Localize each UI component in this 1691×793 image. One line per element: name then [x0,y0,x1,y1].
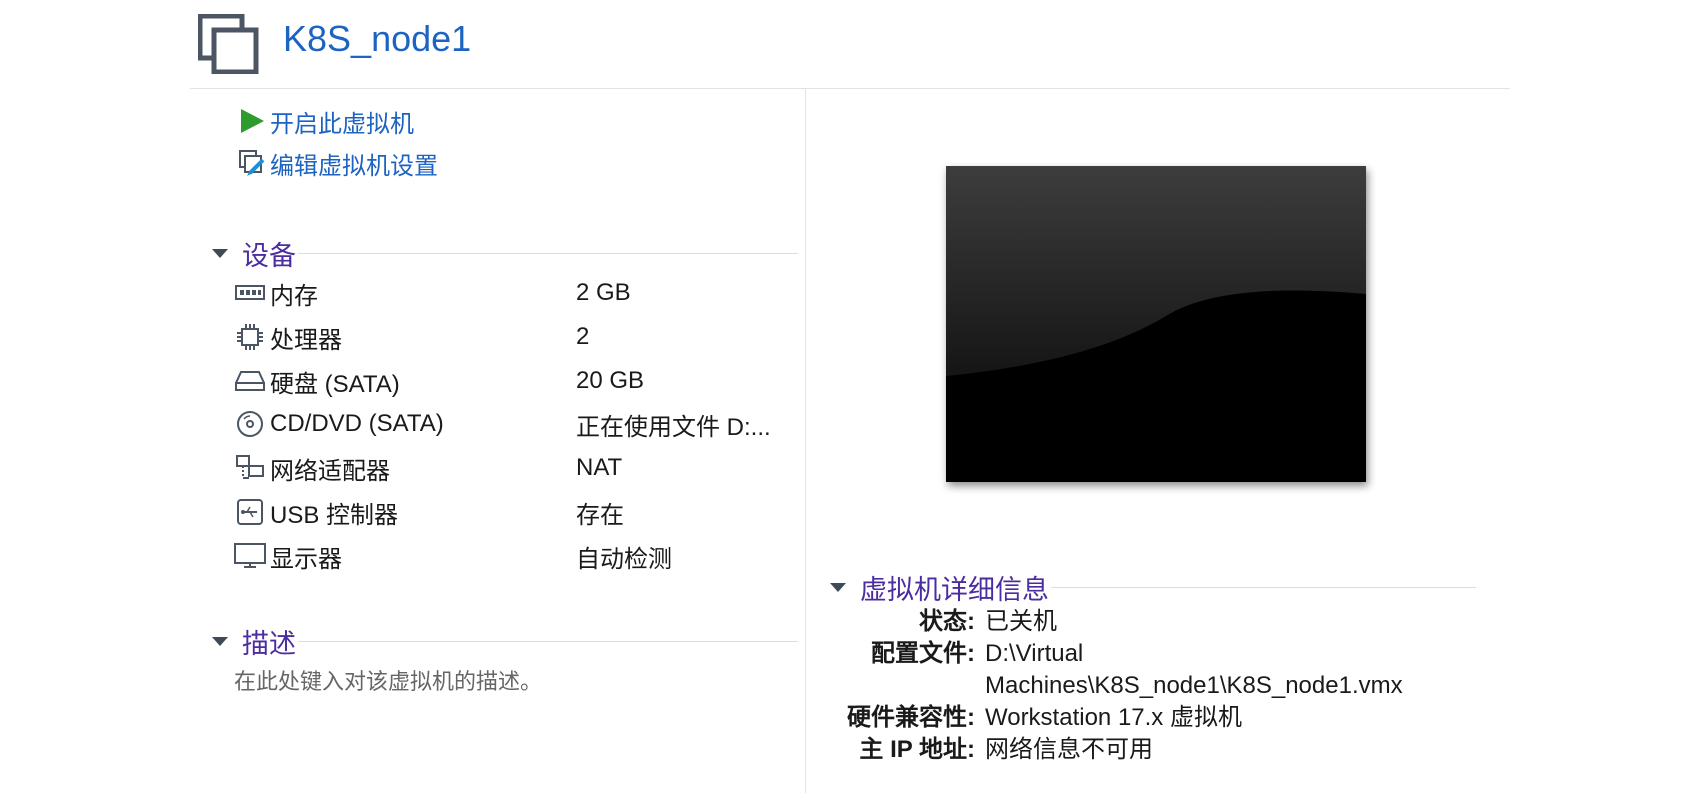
memory-icon [234,279,266,307]
device-row-display[interactable]: 显示器 自动检测 [234,538,794,574]
detail-value: Workstation 17.x 虚拟机 [985,704,1242,731]
collapse-arrow-icon [212,637,228,646]
description-placeholder[interactable]: 在此处键入对该虚拟机的描述。 [234,664,542,696]
vm-header: K8S_node1 [190,0,1510,89]
device-value: 正在使用文件 D:... [576,413,771,441]
device-row-hard-disk[interactable]: 硬盘 (SATA) 20 GB [234,363,794,399]
edit-settings-icon [239,150,265,176]
usb-icon [234,498,266,526]
detail-key: 主 IP 地址: [859,736,975,763]
description-section-header[interactable]: 描述 [212,622,798,661]
vm-title: K8S_node1 [283,18,472,59]
preview-glossy-shape [946,166,1366,482]
detail-value: 已关机 [985,608,1057,635]
network-adapter-icon [234,454,266,482]
collapse-arrow-icon [212,249,228,258]
display-icon [234,542,266,570]
config-path-line1: D:\Virtual [985,640,1084,667]
vm-screen-preview[interactable] [946,166,1366,482]
edit-vm-settings-button[interactable]: 编辑虚拟机设置 [238,148,438,180]
edit-vm-settings-label: 编辑虚拟机设置 [270,152,438,180]
device-value: 存在 [576,501,624,529]
device-name: 内存 [270,282,318,310]
device-name: 网络适配器 [270,457,390,485]
device-name: 硬盘 (SATA) [270,370,400,398]
detail-row-status: 状态: 已关机 [805,606,1505,638]
power-on-vm-button[interactable]: 开启此虚拟机 [238,106,414,138]
detail-key: 配置文件: [871,640,975,667]
device-name: USB 控制器 [270,501,399,529]
device-value: NAT [576,454,623,481]
detail-row-hw-compat: 硬件兼容性: Workstation 17.x 虚拟机 [805,702,1505,734]
device-row-processor[interactable]: 处理器 2 [234,319,794,355]
device-row-cd-dvd[interactable]: CD/DVD (SATA) 正在使用文件 D:... [234,406,794,442]
detail-row-primary-ip: 主 IP 地址: 网络信息不可用 [805,734,1505,766]
device-row-network-adapter[interactable]: 网络适配器 NAT [234,450,794,486]
virtual-machine-icon [198,14,259,74]
device-row-usb-controller[interactable]: USB 控制器 存在 [234,494,794,530]
detail-value: D:\Virtual Machines\K8S_node1\K8S_node1.… [985,638,1505,702]
power-on-vm-label: 开启此虚拟机 [270,110,414,138]
device-name: CD/DVD (SATA) [270,410,444,437]
device-value: 自动检测 [576,545,672,573]
device-name: 处理器 [270,326,342,354]
detail-key: 状态: [919,608,975,635]
description-section-title: 描述 [242,629,296,659]
processor-icon [234,323,266,351]
device-name: 显示器 [270,545,342,573]
hard-disk-icon [234,367,266,395]
config-path-line2: Machines\K8S_node1\K8S_node1.vmx [985,672,1403,699]
vm-details-section-title: 虚拟机详细信息 [860,575,1049,605]
devices-section-title: 设备 [242,241,296,271]
detail-row-config-file: 配置文件: D:\Virtual Machines\K8S_node1\K8S_… [805,638,1505,702]
cd-dvd-icon [234,410,266,438]
devices-section-header[interactable]: 设备 [212,234,798,273]
collapse-arrow-icon [830,583,846,592]
detail-value: 网络信息不可用 [985,736,1153,763]
device-value: 2 [576,323,590,350]
device-row-memory[interactable]: 内存 2 GB [234,275,794,311]
detail-key: 硬件兼容性: [847,704,975,731]
device-value: 2 GB [576,279,631,306]
device-value: 20 GB [576,367,645,394]
vm-details-section-header[interactable]: 虚拟机详细信息 [830,568,1476,607]
play-icon [241,109,264,133]
